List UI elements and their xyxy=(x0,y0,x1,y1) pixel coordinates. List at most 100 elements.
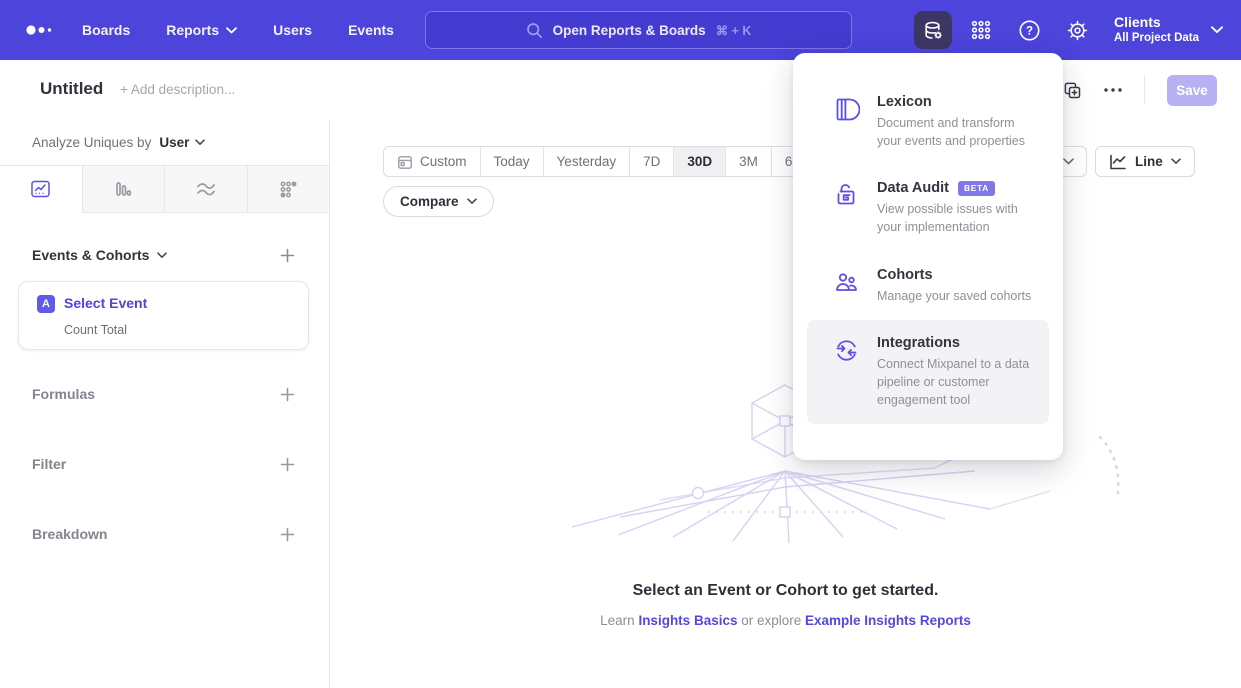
formulas-section: Formulas xyxy=(0,386,329,402)
select-event-card[interactable]: A Select Event Count Total xyxy=(18,281,309,350)
mixpanel-logo-icon[interactable] xyxy=(24,18,60,42)
chart-style-label: Line xyxy=(1135,154,1163,169)
chevron-down-icon xyxy=(157,252,167,259)
nav-item-reports[interactable]: Reports xyxy=(166,22,237,38)
search-shortcut: ⌘ + K xyxy=(716,23,752,38)
plus-icon xyxy=(280,527,295,542)
add-event-button[interactable] xyxy=(280,248,295,263)
line-chart-icon xyxy=(31,180,50,198)
breakdown-section: Breakdown xyxy=(0,526,329,542)
menu-item-data-audit[interactable]: Data Audit BETA View possible issues wit… xyxy=(807,165,1049,251)
menu-item-cohorts[interactable]: Cohorts Manage your saved cohorts xyxy=(807,252,1049,320)
add-filter-button[interactable] xyxy=(280,457,295,472)
section-label: Events & Cohorts xyxy=(32,247,149,263)
example-insights-reports-link[interactable]: Example Insights Reports xyxy=(805,613,971,628)
lexicon-book-icon xyxy=(833,96,860,123)
query-builder-sidebar: Analyze Uniques by User xyxy=(0,120,330,688)
project-scope: All Project Data xyxy=(1114,31,1199,46)
chart-style-dropdown[interactable]: Line xyxy=(1095,146,1195,177)
add-breakdown-button[interactable] xyxy=(280,527,295,542)
add-description-field[interactable]: + Add description... xyxy=(120,82,235,97)
count-total-label[interactable]: Count Total xyxy=(64,323,127,337)
formulas-header: Formulas xyxy=(32,386,95,402)
flow-stream-icon xyxy=(196,181,216,197)
svg-text:?: ? xyxy=(1025,25,1032,37)
nav-item-boards[interactable]: Boards xyxy=(82,22,130,38)
range-label: 30D xyxy=(687,154,712,169)
menu-item-description: View possible issues with your implement… xyxy=(877,200,1037,236)
bar-chart-icon xyxy=(114,180,132,198)
menu-item-title: Data Audit xyxy=(877,180,949,196)
calendar-icon xyxy=(397,154,413,170)
range-custom[interactable]: Custom xyxy=(384,147,481,176)
range-label: Yesterday xyxy=(557,154,617,169)
nav-item-label: Users xyxy=(273,22,312,38)
date-range-segmented-control: Custom Today Yesterday 7D 30D 3M 6M xyxy=(383,146,818,177)
analyze-row: Analyze Uniques by User xyxy=(0,120,329,165)
menu-item-integrations[interactable]: Integrations Connect Mixpanel to a data … xyxy=(807,320,1049,424)
navbar-right-cluster: ? Clients All Project Data xyxy=(914,0,1223,60)
apps-grid-icon xyxy=(970,19,992,41)
event-series-badge: A xyxy=(37,295,55,313)
chevron-down-icon xyxy=(1063,158,1074,165)
search-icon xyxy=(526,22,543,39)
compare-label: Compare xyxy=(400,194,459,209)
global-search-button[interactable]: Open Reports & Boards ⌘ + K xyxy=(425,11,852,49)
menu-item-title: Integrations xyxy=(877,335,960,351)
chevron-down-icon xyxy=(226,27,237,34)
range-label: Today xyxy=(494,154,530,169)
help-icon: ? xyxy=(1018,19,1041,42)
data-management-button[interactable] xyxy=(914,11,952,49)
settings-button[interactable] xyxy=(1058,11,1096,49)
nav-item-label: Boards xyxy=(82,22,130,38)
help-button[interactable]: ? xyxy=(1010,11,1048,49)
report-title[interactable]: Untitled xyxy=(40,79,103,99)
line-chart-icon xyxy=(1109,154,1127,170)
range-30d[interactable]: 30D xyxy=(674,147,726,176)
range-7d[interactable]: 7D xyxy=(630,147,674,176)
mixpanel-insights-app: Boards Reports Users Events Open Reports… xyxy=(0,0,1241,688)
plus-icon xyxy=(280,457,295,472)
range-yesterday[interactable]: Yesterday xyxy=(544,147,631,176)
events-cohorts-header[interactable]: Events & Cohorts xyxy=(32,247,167,263)
project-name: Clients xyxy=(1114,14,1199,32)
select-event-label: Select Event xyxy=(64,295,147,311)
analyze-value: User xyxy=(159,135,189,150)
apps-grid-button[interactable] xyxy=(962,11,1000,49)
top-navbar: Boards Reports Users Events Open Reports… xyxy=(0,0,1241,60)
range-label: 7D xyxy=(643,154,660,169)
add-formula-button[interactable] xyxy=(280,387,295,402)
settings-gear-icon xyxy=(1066,19,1089,42)
menu-item-lexicon[interactable]: Lexicon Document and transform your even… xyxy=(807,79,1049,165)
nav-item-users[interactable]: Users xyxy=(273,22,312,38)
filter-section: Filter xyxy=(0,456,329,472)
save-button[interactable]: Save xyxy=(1167,75,1217,106)
plus-icon xyxy=(280,387,295,402)
chevron-down-icon xyxy=(1211,26,1223,34)
metric-grid-icon xyxy=(279,180,297,198)
more-options-icon[interactable] xyxy=(1104,88,1122,92)
duplicate-icon[interactable] xyxy=(1063,81,1082,100)
tab-flow[interactable] xyxy=(165,166,248,213)
filter-header: Filter xyxy=(32,456,66,472)
project-selector[interactable]: Clients All Project Data xyxy=(1114,14,1223,46)
header-actions: Save xyxy=(1063,72,1217,108)
compare-button[interactable]: Compare xyxy=(383,186,494,217)
tab-metric-grid[interactable] xyxy=(248,166,330,213)
range-today[interactable]: Today xyxy=(481,147,544,176)
tab-line-chart[interactable] xyxy=(0,166,83,213)
analyze-label: Analyze Uniques by xyxy=(32,135,151,150)
nav-item-label: Events xyxy=(348,22,394,38)
subtitle-text: Learn xyxy=(600,613,638,628)
tab-bar-chart[interactable] xyxy=(83,166,166,213)
subtitle-text: or explore xyxy=(737,613,805,628)
analyze-value-dropdown[interactable]: User xyxy=(159,135,205,150)
events-cohorts-section: Events & Cohorts xyxy=(0,247,329,263)
plus-icon xyxy=(280,248,295,263)
search-placeholder: Open Reports & Boards xyxy=(553,23,706,38)
range-3m[interactable]: 3M xyxy=(726,147,772,176)
cohorts-people-icon xyxy=(833,269,860,296)
nav-item-events[interactable]: Events xyxy=(348,22,394,38)
insights-basics-link[interactable]: Insights Basics xyxy=(638,613,737,628)
chevron-down-icon xyxy=(467,198,477,205)
